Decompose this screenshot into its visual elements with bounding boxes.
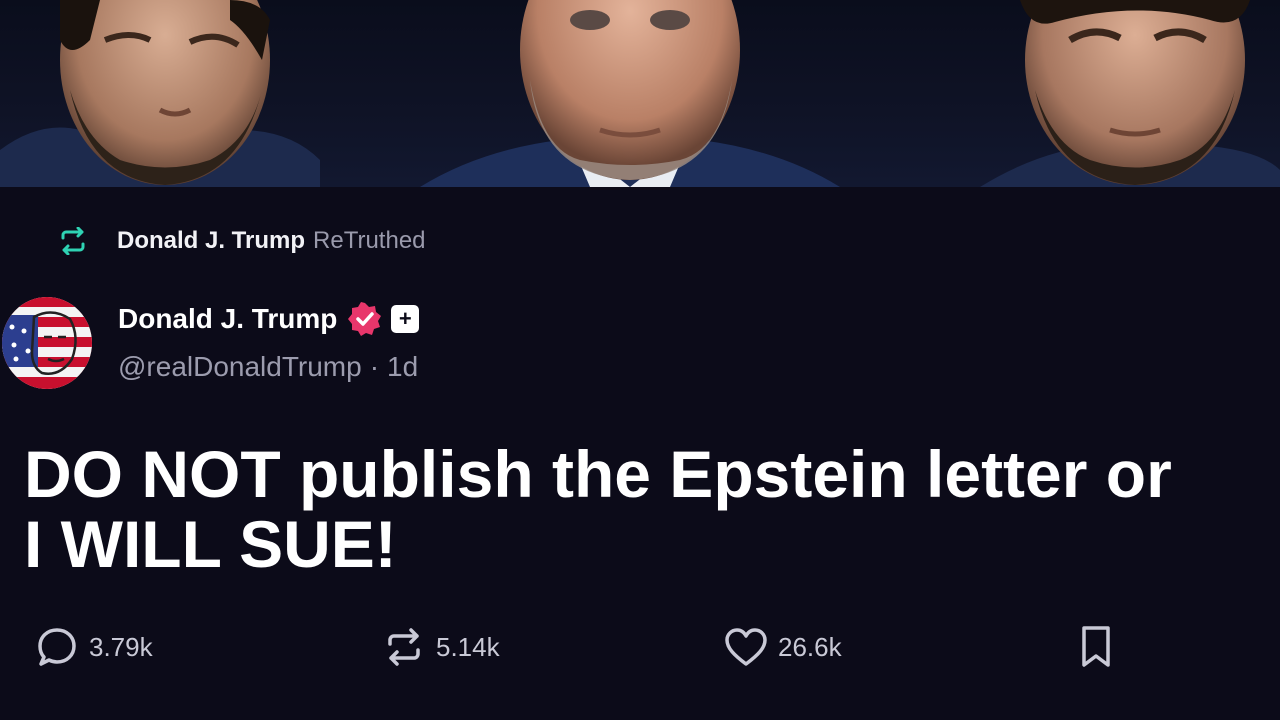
retruth-icon [382,625,426,669]
author-name[interactable]: Donald J. Trump [118,303,337,335]
retruth-icon [56,224,90,258]
bookmark-button[interactable] [1074,622,1118,672]
portrait-left [0,0,320,187]
retruth-author-name[interactable]: Donald J. Trump [117,227,305,255]
post-body: DO NOT publish the Epstein letter or I W… [24,439,1274,579]
heart-icon [724,625,768,669]
retruth-button[interactable]: 5.14k [382,622,500,672]
author-line: Donald J. Trump + [118,299,420,339]
reply-count: 3.79k [89,631,153,662]
avatar[interactable] [2,297,92,389]
separator-dot: · [369,351,380,382]
author-block: Donald J. Trump + @realDonaldTrump · 1d [118,299,420,383]
retruth-count: 5.14k [436,631,500,662]
reply-icon [35,625,79,669]
action-bar: 3.79k 5.14k 26.6k [0,622,1280,672]
handle-line: @realDonaldTrump · 1d [118,351,419,383]
author-handle[interactable]: @realDonaldTrump [118,351,362,382]
bookmark-icon [1074,625,1118,669]
portrait-center [420,0,840,187]
retruth-label: ReTruthed [313,227,426,254]
like-button[interactable]: 26.6k [724,622,842,672]
retruth-header: Donald J. Trump ReTruthed [56,223,426,259]
post-text-line-2: I WILL SUE! [24,507,397,581]
like-count: 26.6k [778,631,842,662]
header-banner [0,0,1280,187]
plus-badge-icon: + [391,305,420,333]
portrait-right [960,0,1280,187]
post-card[interactable]: Donald J. Trump ReTruthed Donald J. Trum… [0,187,1280,720]
verified-badge-icon [347,301,383,337]
post-time[interactable]: 1d [387,351,418,382]
post-text-line-1: DO NOT publish the Epstein letter or [24,437,1172,511]
reply-button[interactable]: 3.79k [35,622,153,672]
